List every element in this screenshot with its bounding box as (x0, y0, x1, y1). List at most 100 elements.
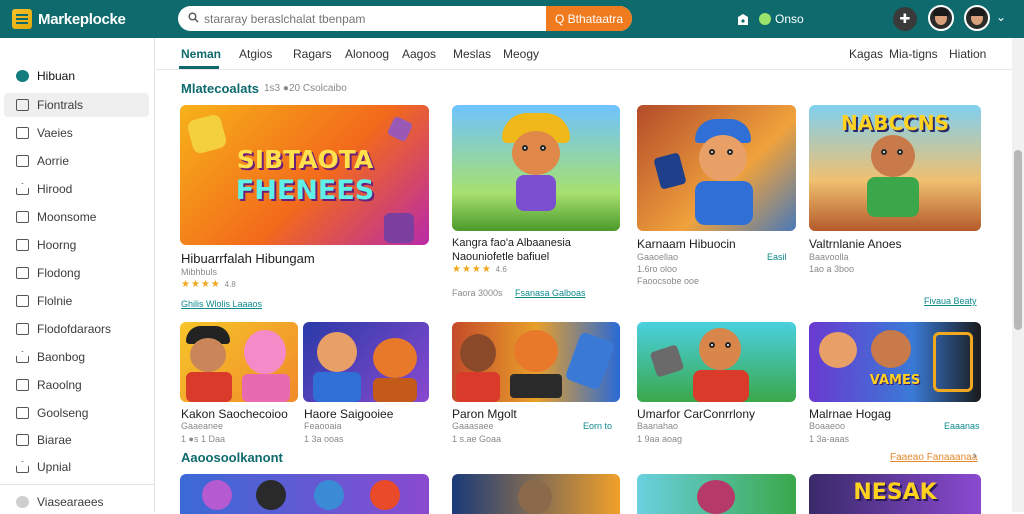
tab-right-2[interactable]: Hiation (949, 47, 986, 61)
sidebar-item-6[interactable]: Hoorng (4, 233, 149, 257)
upload-icon (16, 461, 29, 473)
scrollbar[interactable] (1012, 38, 1024, 512)
tab-6[interactable]: Meogy (503, 47, 539, 61)
brand-logo[interactable]: Markeplocke (12, 9, 172, 29)
game-publisher: Mibhbuls (181, 267, 218, 277)
active-tab-indicator (179, 66, 219, 69)
doc-icon (16, 295, 29, 307)
price-badge[interactable]: Eorn to (583, 421, 612, 431)
logo-icon (12, 9, 32, 29)
scroll-thumb[interactable] (1014, 150, 1022, 330)
game-thumbnail[interactable]: NABCCNS (809, 105, 981, 231)
list-icon (16, 211, 29, 223)
tab-2[interactable]: Ragars (293, 47, 332, 61)
tab-3[interactable]: Alonoog (345, 47, 389, 61)
tab-1[interactable]: Atgios (239, 47, 272, 61)
game-title-line2: Naouniofetle bafiuel (452, 251, 550, 263)
game-meta: 1 s.ae Goaa (452, 434, 502, 444)
sidebar-item-10[interactable]: Baonbog (4, 345, 149, 369)
sidebar-item-home[interactable]: Hibuan (4, 64, 149, 88)
game-title[interactable]: Haore Saigooiee (304, 407, 393, 421)
sidebar-item-15[interactable]: Viasearaees (4, 490, 149, 514)
game-thumbnail[interactable] (637, 474, 796, 514)
sidebar-item-3[interactable]: Aorrie (4, 149, 149, 173)
sidebar-item-13[interactable]: Biarae (4, 428, 149, 452)
game-thumbnail[interactable] (637, 105, 796, 231)
game-link[interactable]: Ghilis Wlolis Laaaos (181, 299, 262, 309)
game-thumbnail[interactable] (180, 322, 298, 402)
tab-4[interactable]: Aagos (402, 47, 436, 61)
tab-5[interactable]: Meslas (453, 47, 491, 61)
chevron-right-icon[interactable]: › (973, 450, 977, 462)
game-publisher: Boaaeoo (809, 421, 846, 431)
house-icon (16, 183, 29, 195)
price-badge[interactable]: Easil (767, 252, 787, 262)
search-input[interactable] (204, 11, 546, 26)
home-icon (16, 70, 29, 82)
sidebar-item-8[interactable]: Flolnie (4, 289, 149, 313)
game-thumbnail[interactable] (452, 474, 620, 514)
sidebar-item-9[interactable]: Flodofdaraors (4, 317, 149, 341)
game-title[interactable]: Malrnae Hogag (809, 407, 891, 421)
game-publisher: Baanahao (637, 421, 679, 431)
avatar[interactable] (928, 5, 954, 31)
see-all-link[interactable]: Faaeao Fanaaanaa (890, 452, 977, 463)
sidebar-item-5[interactable]: Moonsome (4, 205, 149, 229)
game-title[interactable]: Kakon Saochecoioo (181, 407, 288, 421)
profile-avatar[interactable] (964, 5, 990, 31)
game-title[interactable]: Paron Mgolt (452, 407, 517, 421)
game-publisher: Gaaeanee (181, 421, 224, 431)
tab-right-1[interactable]: Mia-tigns (889, 47, 938, 61)
game-thumbnail[interactable] (452, 105, 620, 231)
sidebar-item-7[interactable]: Flodong (4, 261, 149, 285)
price-badge[interactable]: Eaaanas (944, 421, 980, 431)
game-thumbnail[interactable]: NESAK (809, 474, 981, 514)
game-title[interactable]: Umarfor CarConrrlony (637, 407, 755, 421)
bag-icon (16, 267, 29, 279)
game-meta: 1 ●s 1 Daa (181, 434, 225, 444)
game-publisher: Baavoolla (809, 252, 849, 262)
sidebar-item-1[interactable]: Fiontrals (4, 93, 149, 117)
game-link[interactable]: Fivaua Beaty (924, 296, 977, 306)
section-title: Mlatecoalats (181, 81, 260, 96)
game-publisher: Gaaasaee (452, 421, 494, 431)
game-thumbnail[interactable]: SIBTAOTA FHENEES (180, 105, 429, 245)
chat-icon (16, 155, 29, 167)
game-meta: Faora 3000s (452, 288, 503, 298)
chevron-down-icon[interactable]: ⌄ (996, 10, 1006, 24)
sidebar-item-4[interactable]: Hirood (4, 177, 149, 201)
section-title: Aaoosoolkanont (181, 450, 283, 465)
top-actions: Onso (735, 0, 804, 38)
sidebar-item-12[interactable]: Goolseng (4, 401, 149, 425)
cart-icon[interactable] (735, 11, 751, 27)
thumbnail-title-art: NABCCNS (841, 111, 949, 135)
game-thumbnail[interactable] (303, 322, 429, 402)
thumbnail-title-art: VAMES (869, 373, 921, 388)
search-button[interactable]: Q Bthataatra (546, 6, 632, 31)
tab-right-0[interactable]: Kagas (849, 47, 883, 61)
game-title[interactable]: Valtrnlanie Anoes (809, 237, 902, 251)
gallery-icon (16, 407, 29, 419)
game-thumbnail[interactable] (180, 474, 429, 514)
thumbnail-title-art-2: FHENEES (235, 175, 375, 206)
game-meta: 1 3a-aaas (809, 434, 850, 444)
sidebar-item-2[interactable]: Vaeies (4, 121, 149, 145)
game-title[interactable]: Karnaam Hibuocin (637, 237, 736, 251)
tab-0[interactable]: Neman (181, 47, 221, 61)
settings-gear-icon[interactable]: ✚ (893, 7, 917, 31)
sidebar-divider (0, 484, 155, 485)
game-thumbnail[interactable] (452, 322, 620, 402)
game-meta: 1.6ro oloo (637, 264, 678, 274)
coins-label: Onso (775, 12, 804, 26)
coins-balance[interactable]: Onso (759, 12, 804, 26)
game-thumbnail[interactable]: VAMES (809, 322, 981, 402)
sidebar-item-14[interactable]: Upnial (4, 455, 149, 479)
folder-icon (16, 99, 29, 111)
rating-stars: ★★★★ 4.8 (181, 279, 236, 290)
sidebar-item-11[interactable]: Raoolng (4, 373, 149, 397)
category-tabs: Neman Atgios Ragars Alonoog Aagos Meslas… (156, 38, 1012, 70)
game-link[interactable]: Fsanasa Galboas (515, 288, 586, 298)
game-title[interactable]: Kangra fao'a Albaanesia (452, 237, 571, 249)
game-thumbnail[interactable] (637, 322, 796, 402)
game-title[interactable]: Hibuarrfalah Hibungam (181, 251, 315, 266)
